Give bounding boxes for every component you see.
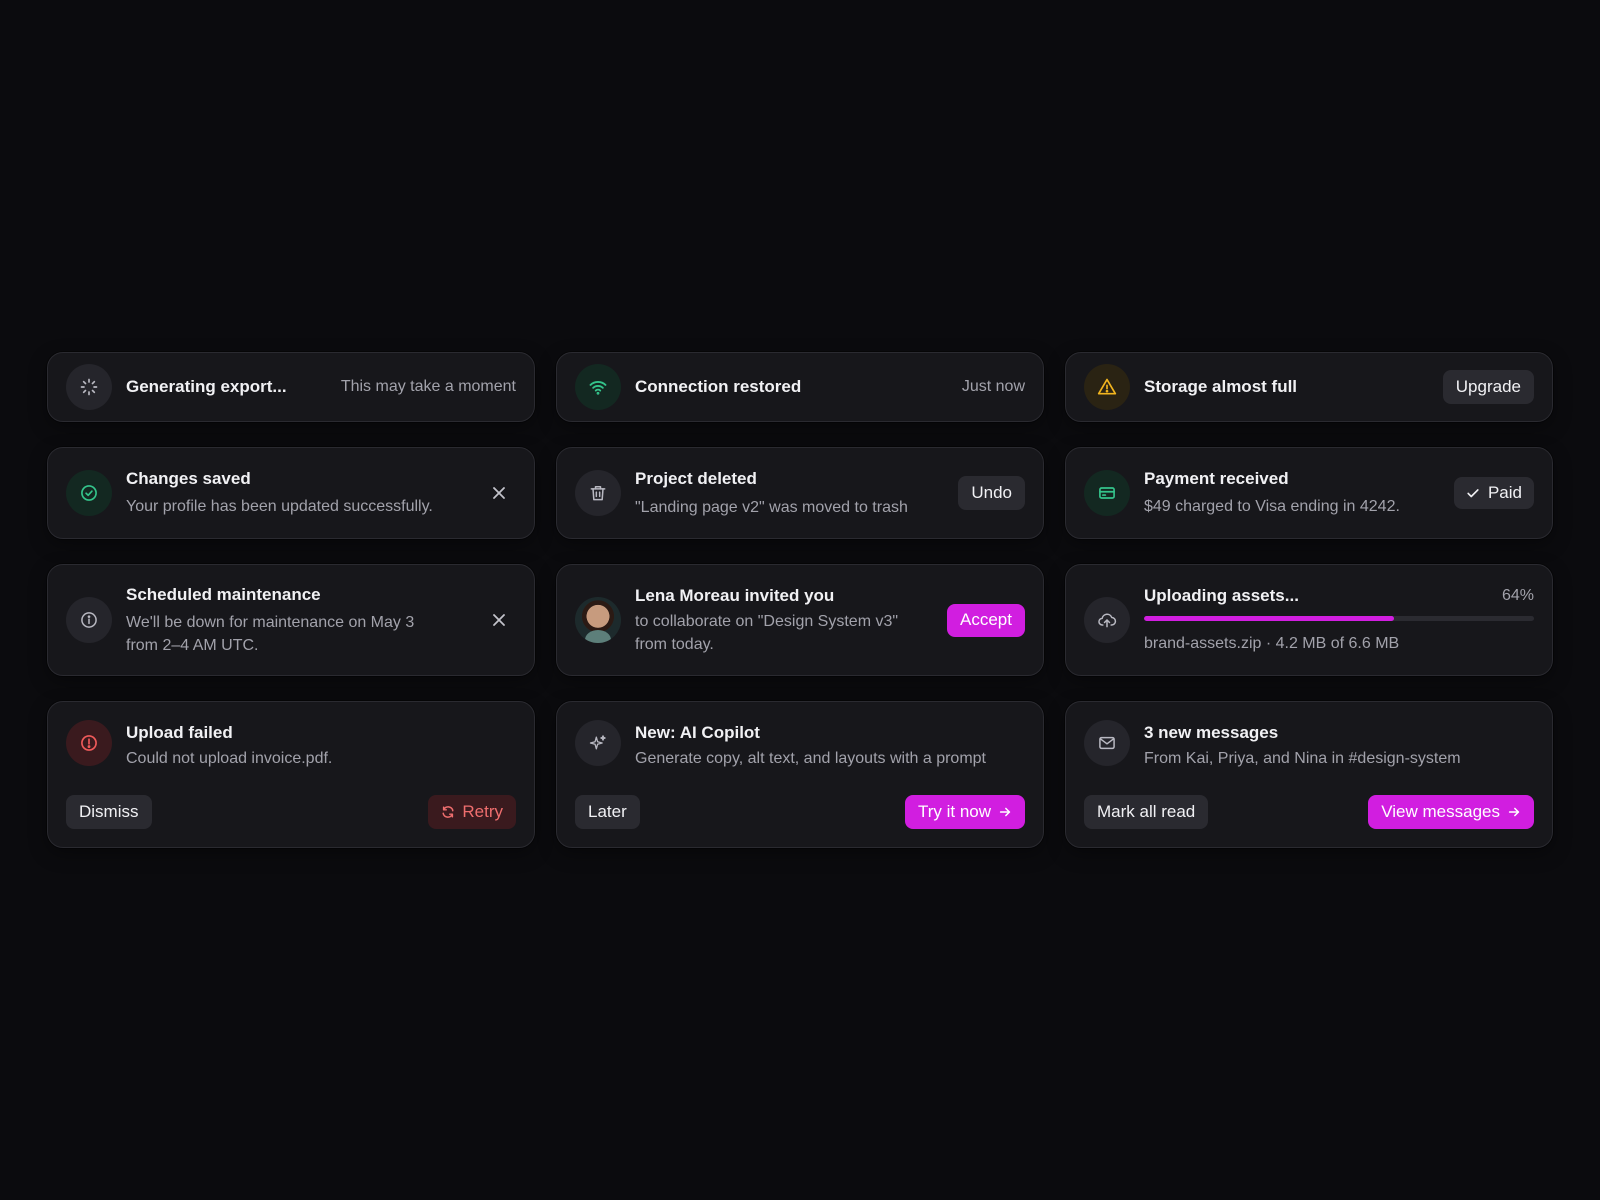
dismiss-button[interactable]: Dismiss xyxy=(66,795,152,829)
toast-connection-restored: Connection restored Just now xyxy=(556,352,1044,422)
progress-bar xyxy=(1144,616,1534,621)
toast-description-line1: We'll be down for maintenance on May 3 xyxy=(126,613,415,631)
arrow-right-icon xyxy=(1508,807,1520,817)
close-button[interactable] xyxy=(482,603,516,637)
arrow-right-icon xyxy=(999,807,1011,817)
toast-content: Upload failed Could not upload invoice.p… xyxy=(126,720,516,770)
toast-description-line2: from today. xyxy=(635,635,714,653)
toast-description: From Kai, Priya, and Nina in #design-sys… xyxy=(1144,750,1461,767)
view-messages-button[interactable]: View messages xyxy=(1368,795,1534,829)
check-circle-icon xyxy=(66,470,112,516)
progress-percent: 64% xyxy=(1501,587,1534,604)
close-icon xyxy=(493,487,505,499)
toast-payment-received: Payment received $49 charged to Visa end… xyxy=(1065,447,1553,539)
refresh-icon xyxy=(442,806,454,818)
toast-title: Generating export... xyxy=(126,377,287,396)
toast-content: Scheduled maintenance We'll be down for … xyxy=(126,584,482,657)
close-icon xyxy=(493,614,505,626)
sparkles-icon xyxy=(575,720,621,766)
toast-title: Storage almost full xyxy=(1144,377,1298,396)
toast-changes-saved: Changes saved Your profile has been upda… xyxy=(47,447,535,539)
toast-description: Generate copy, alt text, and layouts wit… xyxy=(635,750,986,767)
accept-button[interactable]: Accept xyxy=(947,603,1025,637)
toast-top: Upload failed Could not upload invoice.p… xyxy=(66,720,516,770)
toast-invitation: Lena Moreau invited you to collaborate o… xyxy=(556,564,1044,676)
retry-label: Retry xyxy=(462,802,503,821)
trash-icon xyxy=(575,470,621,516)
toast-uploading-assets: Uploading assets... 64% brand-assets.zip… xyxy=(1065,564,1553,676)
toast-description: "Landing page v2" was moved to trash xyxy=(635,498,908,516)
toast-content: New: AI Copilot Generate copy, alt text,… xyxy=(635,720,1025,770)
toast-grid: Generating export... This may take a mom… xyxy=(47,352,1553,848)
avatar xyxy=(575,597,621,643)
spinner-icon xyxy=(66,364,112,410)
toast-description-line1: to collaborate on "Design System v3" xyxy=(635,612,899,630)
credit-card-icon xyxy=(1084,470,1130,516)
toast-title: 3 new messages xyxy=(1144,723,1279,742)
progress-header: Uploading assets... 64% xyxy=(1144,585,1534,607)
toast-content: Project deleted "Landing page v2" was mo… xyxy=(635,468,958,519)
mail-icon xyxy=(1084,720,1130,766)
toast-timestamp: Just now xyxy=(961,378,1025,395)
toast-new-messages: 3 new messages From Kai, Priya, and Nina… xyxy=(1065,701,1553,848)
toast-title: Project deleted xyxy=(635,468,757,488)
toast-ai-copilot: New: AI Copilot Generate copy, alt text,… xyxy=(556,701,1044,848)
toast-actions: Mark all read View messages xyxy=(1084,795,1534,829)
later-button[interactable]: Later xyxy=(575,795,640,829)
toast-upload-failed: Upload failed Could not upload invoice.p… xyxy=(47,701,535,848)
toast-title: New: AI Copilot xyxy=(635,723,760,742)
info-icon xyxy=(66,597,112,643)
toast-title: Changes saved xyxy=(126,469,251,488)
toast-content: 3 new messages From Kai, Priya, and Nina… xyxy=(1144,720,1534,770)
toast-description: $49 charged to Visa ending in 4242. xyxy=(1144,498,1400,515)
toast-actions: Later Try it now xyxy=(575,795,1025,829)
toast-content: Changes saved Your profile has been upda… xyxy=(126,468,482,518)
toast-title: Lena Moreau invited you xyxy=(635,585,835,605)
cloud-upload-icon xyxy=(1084,597,1130,643)
paid-badge: Paid xyxy=(1453,477,1534,509)
toast-project-deleted: Project deleted "Landing page v2" was mo… xyxy=(556,447,1044,539)
toast-description: Could not upload invoice.pdf. xyxy=(126,750,333,767)
toast-content: Connection restored xyxy=(635,376,962,398)
toast-content: Uploading assets... 64% brand-assets.zip… xyxy=(1144,585,1534,655)
try-it-now-button[interactable]: Try it now xyxy=(904,795,1025,829)
toast-storage-full: Storage almost full Upgrade xyxy=(1065,352,1553,422)
toast-title: Uploading assets... xyxy=(1144,586,1299,605)
toast-generating-export: Generating export... This may take a mom… xyxy=(47,352,535,422)
view-messages-label: View messages xyxy=(1381,802,1500,821)
toast-top: 3 new messages From Kai, Priya, and Nina… xyxy=(1084,720,1534,770)
toast-description-line2: from 2–4 AM UTC. xyxy=(126,636,259,654)
toast-scheduled-maintenance: Scheduled maintenance We'll be down for … xyxy=(47,564,535,676)
toast-content: Generating export... xyxy=(126,376,341,398)
toast-top: New: AI Copilot Generate copy, alt text,… xyxy=(575,720,1025,770)
progress-bar-fill xyxy=(1144,616,1394,621)
toast-description: Your profile has been updated successful… xyxy=(126,498,433,515)
toast-content: Payment received $49 charged to Visa end… xyxy=(1144,468,1454,518)
wifi-icon xyxy=(575,364,621,410)
upgrade-button[interactable]: Upgrade xyxy=(1442,370,1534,404)
toast-description: brand-assets.zip · 4.2 MB of 6.6 MB xyxy=(1144,635,1400,652)
toast-title: Upload failed xyxy=(126,723,233,742)
toast-meta: This may take a moment xyxy=(340,378,516,395)
toast-title: Payment received xyxy=(1144,469,1289,488)
paid-badge-label: Paid xyxy=(1487,483,1522,502)
toast-content: Lena Moreau invited you to collaborate o… xyxy=(635,585,947,656)
toast-actions: Dismiss Retry xyxy=(66,795,516,829)
retry-button[interactable]: Retry xyxy=(428,795,516,829)
check-icon xyxy=(1467,489,1479,498)
warning-icon xyxy=(1084,364,1130,410)
mark-all-read-button[interactable]: Mark all read xyxy=(1084,795,1209,829)
toast-content: Storage almost full xyxy=(1144,376,1443,398)
close-button[interactable] xyxy=(482,476,516,510)
try-it-now-label: Try it now xyxy=(917,802,991,821)
alert-circle-icon xyxy=(66,720,112,766)
undo-button[interactable]: Undo xyxy=(958,476,1025,510)
toast-title: Scheduled maintenance xyxy=(126,584,321,604)
toast-title: Connection restored xyxy=(635,377,802,396)
